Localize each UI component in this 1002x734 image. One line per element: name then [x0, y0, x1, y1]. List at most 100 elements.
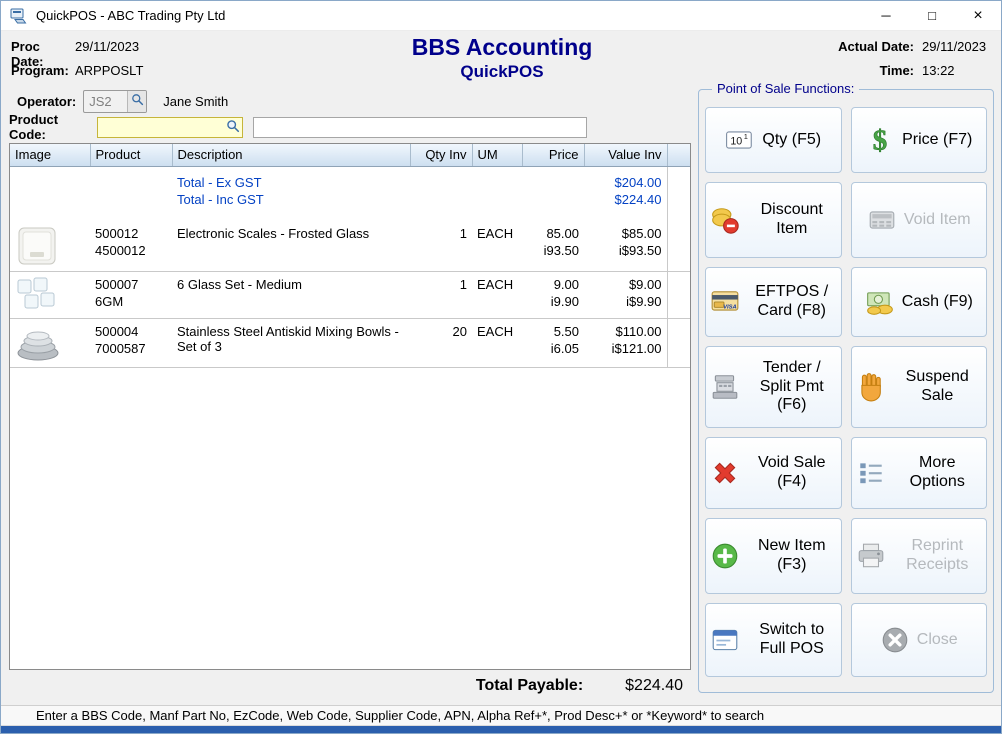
- close-icon: ×: [973, 7, 982, 25]
- cash-button[interactable]: Cash (F9): [851, 267, 988, 337]
- pos-functions-title: Point of Sale Functions:: [712, 81, 859, 96]
- minimize-button[interactable]: ─: [863, 1, 909, 30]
- price-button[interactable]: $ Price (F7): [851, 107, 988, 173]
- window-icon: [710, 625, 740, 655]
- total-inc-gst-value: $224.40: [584, 191, 667, 208]
- void-sale-button[interactable]: Void Sale (F4): [705, 437, 842, 509]
- total-payable-label: Total Payable:: [476, 677, 583, 695]
- product-image-mixing-bowls: [15, 324, 85, 362]
- um-cell: EACH: [472, 318, 522, 367]
- um-cell: EACH: [472, 271, 522, 318]
- column-header-filler: [667, 144, 690, 166]
- operator-search-button[interactable]: [127, 91, 146, 112]
- spacer-row: [10, 208, 690, 221]
- description-cell: 6 Glass Set - Medium: [172, 271, 410, 318]
- green-plus-icon: [710, 541, 740, 571]
- tender-split-payment-button[interactable]: Tender / Split Pmt (F6): [705, 346, 842, 428]
- list-icon: [856, 458, 886, 488]
- maximize-icon: □: [928, 8, 936, 23]
- minimize-icon: ─: [881, 8, 890, 23]
- qty-button[interactable]: 10 1 Qty (F5): [705, 107, 842, 173]
- operator-row: Operator: Jane Smith: [17, 89, 228, 113]
- column-header-value-inv[interactable]: Value Inv: [584, 144, 667, 166]
- svg-text:$: $: [873, 125, 887, 155]
- product-code-row: Product Code:: [9, 116, 587, 138]
- product-code-input[interactable]: [100, 118, 226, 137]
- program-value: ARPPOSLT: [75, 63, 143, 78]
- product-search-button[interactable]: [226, 119, 240, 136]
- switch-to-full-pos-button[interactable]: Switch to Full POS: [705, 603, 842, 677]
- price-cell: 5.50 i6.05: [522, 318, 584, 367]
- void-item-icon: [867, 205, 897, 235]
- product-description-field: [253, 117, 587, 138]
- price-cell: 85.00 i93.50: [522, 221, 584, 272]
- gray-x-circle-icon: [880, 625, 910, 655]
- value-cell: $85.00 i$93.50: [584, 221, 667, 272]
- hand-icon: [856, 372, 886, 402]
- close-button[interactable]: ×: [955, 1, 1001, 30]
- totals-row-ex-gst: Total - Ex GST $204.00: [10, 166, 690, 191]
- product-image-cell: [10, 221, 90, 272]
- qty-cell: 1: [410, 271, 472, 318]
- pos-functions-panel: Point of Sale Functions: 10 1 Qty (F5) $: [698, 89, 994, 693]
- column-header-qty-inv[interactable]: Qty Inv: [410, 144, 472, 166]
- cash-icon: [865, 287, 895, 317]
- svg-text:VISA: VISA: [723, 304, 737, 310]
- total-payable-row: Total Payable: $224.40: [9, 677, 683, 695]
- bottom-accent-strip: [1, 726, 1001, 733]
- product-code-field: [97, 117, 243, 138]
- more-options-button[interactable]: More Options: [851, 437, 988, 509]
- cash-register-icon: [710, 372, 740, 402]
- operator-label: Operator:: [17, 94, 76, 109]
- status-bar: Enter a BBS Code, Manf Part No, EzCode, …: [1, 705, 1001, 726]
- maximize-button[interactable]: □: [909, 1, 955, 30]
- status-bar-text: Enter a BBS Code, Manf Part No, EzCode, …: [36, 708, 764, 723]
- close-pos-button[interactable]: Close: [851, 603, 988, 677]
- quickpos-window: QuickPOS - ABC Trading Pty Ltd ─ □ × Pro…: [0, 0, 1002, 734]
- actual-date-label: Actual Date:: [838, 39, 914, 54]
- description-cell: Stainless Steel Antiskid Mixing Bowls - …: [172, 318, 410, 367]
- product-code-label: Product Code:: [9, 112, 97, 142]
- date-time-block: Actual Date: 29/11/2023 Time: 13:22: [838, 39, 992, 78]
- qty-icon: 10 1: [725, 125, 755, 155]
- void-item-button[interactable]: Void Item: [851, 182, 988, 258]
- new-item-button[interactable]: New Item (F3): [705, 518, 842, 594]
- actual-date-value: 29/11/2023: [922, 39, 992, 54]
- total-inc-gst-label: Total - Inc GST: [172, 191, 410, 208]
- column-header-product[interactable]: Product: [90, 144, 172, 166]
- card-terminal-icon: VISA: [710, 287, 740, 317]
- column-header-description[interactable]: Description: [172, 144, 410, 166]
- qty-cell: 20: [410, 318, 472, 367]
- sale-items-table: Image Product Description Qty Inv UM Pri…: [10, 144, 691, 368]
- discount-coins-icon: [710, 205, 740, 235]
- table-row[interactable]: 500007 6GM 6 Glass Set - Medium 1 EACH 9…: [10, 271, 690, 318]
- total-ex-gst-label: Total - Ex GST: [172, 166, 410, 191]
- product-code-cell: 500007 6GM: [90, 271, 172, 318]
- product-code-cell: 500012 4500012: [90, 221, 172, 272]
- program-row: Program: ARPPOSLT: [11, 63, 143, 78]
- svg-text:1: 1: [744, 132, 748, 141]
- total-ex-gst-value: $204.00: [584, 166, 667, 191]
- table-row[interactable]: 500012 4500012 Electronic Scales - Frost…: [10, 221, 690, 272]
- search-icon: [226, 119, 240, 136]
- discount-item-button[interactable]: Discount Item: [705, 182, 842, 258]
- app-icon: [10, 7, 28, 25]
- column-header-image[interactable]: Image: [10, 144, 90, 166]
- value-cell: $9.00 i$9.90: [584, 271, 667, 318]
- totals-row-inc-gst: Total - Inc GST $224.40: [10, 191, 690, 208]
- operator-code-input[interactable]: [84, 94, 127, 109]
- app-heading: BBS Accounting QuickPOS: [302, 34, 702, 82]
- eftpos-card-button[interactable]: VISA EFTPOS / Card (F8): [705, 267, 842, 337]
- dollar-icon: $: [865, 125, 895, 155]
- column-header-price[interactable]: Price: [522, 144, 584, 166]
- suspend-sale-button[interactable]: Suspend Sale: [851, 346, 988, 428]
- product-image-glass-set: [15, 277, 85, 313]
- table-header-row: Image Product Description Qty Inv UM Pri…: [10, 144, 690, 166]
- program-label: Program:: [11, 63, 75, 78]
- svg-text:10: 10: [731, 135, 743, 147]
- um-cell: EACH: [472, 221, 522, 272]
- reprint-receipts-button[interactable]: Reprint Receipts: [851, 518, 988, 594]
- column-header-um[interactable]: UM: [472, 144, 522, 166]
- sale-items-grid: Image Product Description Qty Inv UM Pri…: [9, 143, 691, 670]
- table-row[interactable]: 500004 7000587 Stainless Steel Antiskid …: [10, 318, 690, 367]
